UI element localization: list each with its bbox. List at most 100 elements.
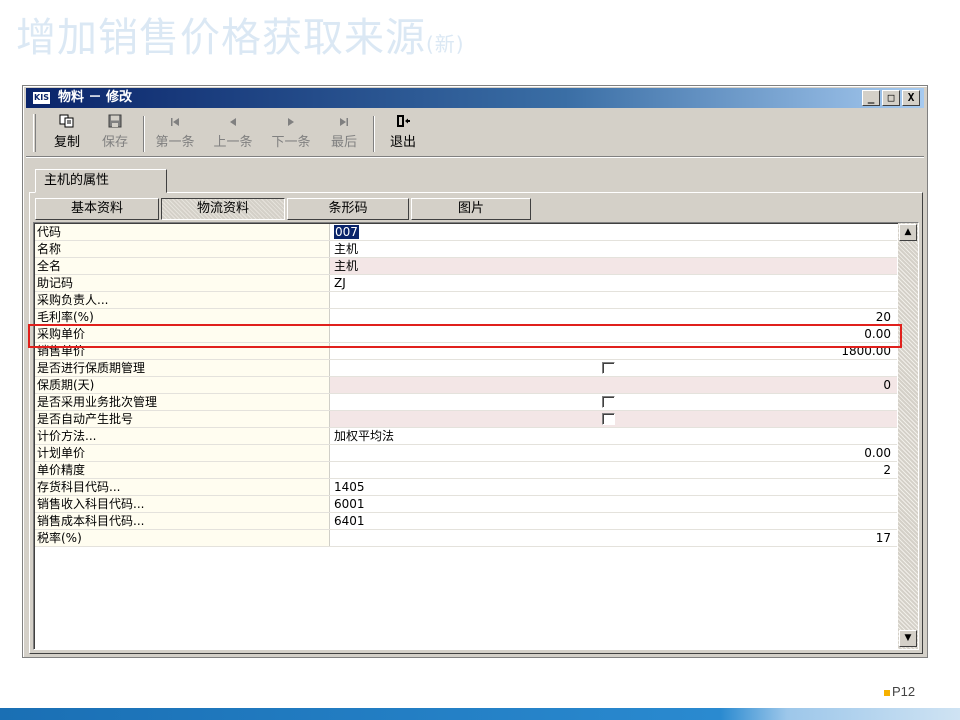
property-row-price-precision[interactable]: 单价精度 2	[35, 462, 897, 479]
property-value[interactable]: 0.00	[330, 326, 897, 342]
tab-barcode[interactable]: 条形码	[287, 198, 409, 220]
tab-logistics-info[interactable]: 物流资料	[161, 198, 285, 220]
tab-host-properties[interactable]: 主机的属性	[35, 169, 167, 193]
vertical-scrollbar[interactable]: ▲ ▼	[898, 223, 918, 649]
toolbar-grip[interactable]	[33, 114, 36, 152]
auto-batch-checkbox[interactable]	[602, 413, 615, 425]
batch-mgmt-checkbox[interactable]	[602, 396, 615, 408]
property-label: 销售收入科目代码...	[35, 496, 330, 512]
property-row-purchase-price[interactable]: 采购单价 0.00	[35, 326, 897, 343]
copy-button[interactable]: 复制	[45, 114, 89, 154]
window-titlebar[interactable]: KIS 物料 － 修改 _ □ X	[26, 88, 924, 108]
toolbar-divider	[26, 156, 924, 158]
property-label: 助记码	[35, 275, 330, 291]
property-value[interactable]: 0.00	[330, 445, 897, 461]
property-label: 采购单价	[35, 326, 330, 342]
last-record-label: 最后	[330, 135, 357, 150]
triangle-up-icon: ▲	[904, 227, 912, 237]
property-value[interactable]: 主机	[330, 258, 897, 274]
property-value[interactable]: 007	[330, 224, 897, 240]
tab-basic-info[interactable]: 基本资料	[35, 198, 159, 220]
property-value[interactable]: 1800.00	[330, 343, 897, 359]
property-label: 税率(%)	[35, 530, 330, 546]
floppy-disk-icon	[93, 114, 137, 134]
property-row-batch-mgmt[interactable]: 是否采用业务批次管理	[35, 394, 897, 411]
next-record-button[interactable]: 下一条	[263, 114, 319, 154]
property-label: 单价精度	[35, 462, 330, 478]
property-label: 是否采用业务批次管理	[35, 394, 330, 410]
slide-footer-bar	[0, 708, 960, 720]
property-label: 是否进行保质期管理	[35, 360, 330, 376]
property-label: 毛利率(%)	[35, 309, 330, 325]
minimize-button[interactable]: _	[862, 90, 880, 106]
skip-first-icon	[149, 114, 201, 134]
copy-label: 复制	[53, 135, 80, 150]
property-row-valuation-method[interactable]: 计价方法... 加权平均法	[35, 428, 897, 445]
property-row-name[interactable]: 名称 主机	[35, 241, 897, 258]
toolbar: 复制 保存 第一条 上一条 下一条 最后 退出	[31, 110, 921, 156]
property-label: 代码	[35, 224, 330, 240]
property-row-purchaser[interactable]: 采购负责人...	[35, 292, 897, 309]
property-row-inventory-account[interactable]: 存货科目代码... 1405	[35, 479, 897, 496]
property-row-auto-batch-number[interactable]: 是否自动产生批号	[35, 411, 897, 428]
property-row-shelf-life-days[interactable]: 保质期(天) 0	[35, 377, 897, 394]
slide-title: 增加销售价格获取来源(新)	[16, 15, 465, 61]
last-record-button[interactable]: 最后	[321, 114, 367, 154]
property-value[interactable]: 6001	[330, 496, 897, 512]
property-value[interactable]: 1405	[330, 479, 897, 495]
selected-text: 007	[334, 225, 359, 239]
property-row-sales-cost-account[interactable]: 销售成本科目代码... 6401	[35, 513, 897, 530]
bullet-square-icon	[884, 689, 890, 696]
property-value[interactable]: 主机	[330, 241, 897, 257]
property-value[interactable]: 0	[330, 377, 897, 393]
property-label: 全名	[35, 258, 330, 274]
property-row-code[interactable]: 代码 007	[35, 224, 897, 241]
property-label: 保质期(天)	[35, 377, 330, 393]
exit-button[interactable]: 退出	[381, 114, 425, 154]
property-value[interactable]: 加权平均法	[330, 428, 897, 444]
tab-picture[interactable]: 图片	[411, 198, 531, 220]
property-row-shelf-life-mgmt[interactable]: 是否进行保质期管理	[35, 360, 897, 377]
page-number: P12	[884, 684, 915, 699]
toolbar-separator	[143, 116, 145, 152]
arrow-left-icon	[205, 114, 261, 134]
close-button[interactable]: X	[902, 90, 920, 106]
scroll-down-button[interactable]: ▼	[899, 630, 917, 647]
property-row-mnemonic[interactable]: 助记码 ZJ	[35, 275, 897, 292]
save-button[interactable]: 保存	[93, 114, 137, 154]
window-controls: _ □ X	[862, 90, 920, 106]
scroll-up-button[interactable]: ▲	[899, 224, 917, 241]
property-value	[330, 411, 897, 427]
save-label: 保存	[101, 135, 128, 150]
property-row-gross-margin[interactable]: 毛利率(%) 20	[35, 309, 897, 326]
exit-label: 退出	[389, 135, 416, 150]
property-label: 计划单价	[35, 445, 330, 461]
next-record-label: 下一条	[271, 135, 311, 150]
triangle-down-icon: ▼	[904, 633, 912, 643]
toolbar-separator	[373, 116, 375, 152]
shelf-life-checkbox[interactable]	[602, 362, 615, 374]
property-value[interactable]	[330, 292, 897, 308]
property-value[interactable]: 6401	[330, 513, 897, 529]
property-row-planned-price[interactable]: 计划单价 0.00	[35, 445, 897, 462]
property-value[interactable]: 2	[330, 462, 897, 478]
property-row-tax-rate[interactable]: 税率(%) 17	[35, 530, 897, 547]
previous-record-button[interactable]: 上一条	[205, 114, 261, 154]
kis-app-icon: KIS	[32, 91, 51, 105]
slide-title-suffix: (新)	[426, 32, 465, 56]
property-label: 销售成本科目代码...	[35, 513, 330, 529]
property-value[interactable]: 17	[330, 530, 897, 546]
property-label: 存货科目代码...	[35, 479, 330, 495]
property-row-sales-price[interactable]: 销售单价 1800.00	[35, 343, 897, 360]
property-row-full-name[interactable]: 全名 主机	[35, 258, 897, 275]
property-label: 采购负责人...	[35, 292, 330, 308]
first-record-button[interactable]: 第一条	[149, 114, 201, 154]
property-value[interactable]: 20	[330, 309, 897, 325]
property-row-sales-revenue-account[interactable]: 销售收入科目代码... 6001	[35, 496, 897, 513]
property-label: 是否自动产生批号	[35, 411, 330, 427]
skip-last-icon	[321, 114, 367, 134]
property-label: 名称	[35, 241, 330, 257]
maximize-button[interactable]: □	[882, 90, 900, 106]
property-value	[330, 360, 897, 376]
property-value[interactable]: ZJ	[330, 275, 897, 291]
